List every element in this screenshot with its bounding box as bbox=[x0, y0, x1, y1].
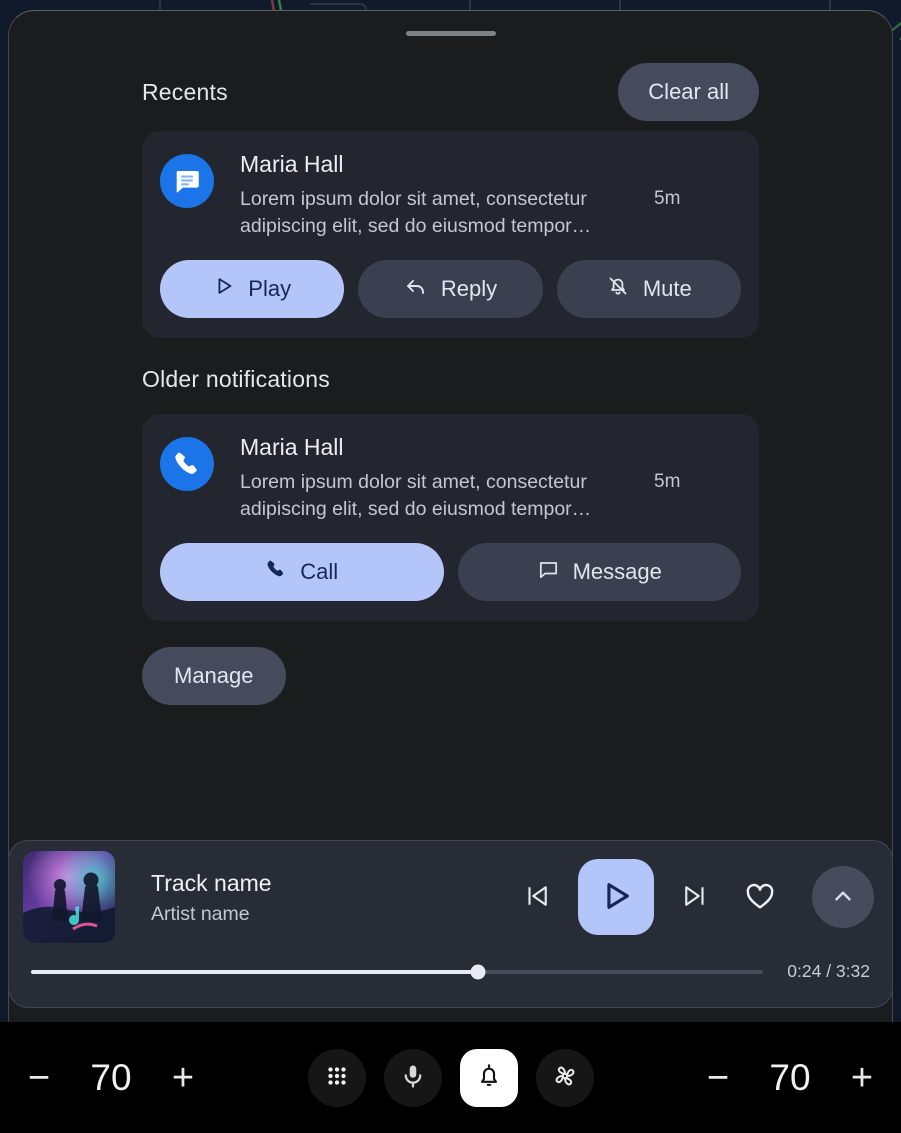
left-climate-control: − 70 + bbox=[22, 1057, 200, 1099]
play-action-label: Play bbox=[248, 276, 292, 301]
notification-text-block: Maria Hall Lorem ipsum dolor sit amet, c… bbox=[240, 149, 741, 240]
bell-icon bbox=[475, 1062, 503, 1093]
reply-action-button[interactable]: Reply bbox=[358, 260, 543, 318]
message-action-label: Message bbox=[572, 559, 662, 584]
phone-icon bbox=[265, 558, 287, 586]
play-action-button[interactable]: Play bbox=[160, 260, 345, 318]
message-icon bbox=[537, 558, 560, 587]
phone-icon bbox=[160, 437, 214, 491]
notification-text-block: Maria Hall Lorem ipsum dolor sit amet, c… bbox=[240, 432, 741, 523]
album-art bbox=[23, 851, 115, 943]
apps-grid-button[interactable] bbox=[307, 1048, 366, 1107]
play-icon bbox=[599, 879, 633, 916]
notification-timestamp: 5m bbox=[654, 471, 681, 492]
favorite-button[interactable] bbox=[744, 880, 776, 915]
right-climate-control: − 70 + bbox=[701, 1057, 879, 1099]
call-action-button[interactable]: Call bbox=[160, 543, 444, 601]
skip-next-icon bbox=[680, 881, 710, 914]
microphone-button[interactable] bbox=[383, 1048, 442, 1107]
notification-timestamp: 5m bbox=[654, 188, 681, 209]
notification-content: Maria Hall Lorem ipsum dolor sit amet, c… bbox=[160, 149, 741, 240]
fan-icon bbox=[551, 1062, 579, 1093]
clear-all-button[interactable]: Clear all bbox=[618, 63, 759, 121]
media-controls bbox=[522, 859, 878, 935]
right-temp-increase-button[interactable]: + bbox=[845, 1059, 879, 1097]
notification-content: Maria Hall Lorem ipsum dolor sit amet, c… bbox=[160, 432, 741, 523]
notification-actions: Play Reply Mute bbox=[160, 260, 741, 318]
media-metadata: Track name Artist name bbox=[151, 868, 522, 927]
skip-previous-icon bbox=[522, 881, 552, 914]
artist-name: Artist name bbox=[151, 902, 250, 925]
recents-header: Recents Clear all bbox=[142, 62, 759, 122]
play-icon bbox=[213, 275, 235, 303]
notification-card-phone[interactable]: Maria Hall Lorem ipsum dolor sit amet, c… bbox=[142, 414, 759, 621]
page-title: Recents bbox=[142, 78, 228, 105]
notification-title: Maria Hall bbox=[240, 151, 344, 177]
mute-action-label: Mute bbox=[642, 276, 692, 301]
progress-thumb[interactable] bbox=[470, 964, 486, 979]
media-player: Track name Artist name 0:24 / 3:32 bbox=[8, 840, 893, 1008]
notification-card-messages[interactable]: Maria Hall Lorem ipsum dolor sit amet, c… bbox=[142, 131, 759, 338]
left-temp-decrease-button[interactable]: − bbox=[22, 1059, 56, 1097]
progress-fill bbox=[31, 969, 478, 974]
progress-slider[interactable] bbox=[31, 964, 764, 979]
panel-drag-handle[interactable] bbox=[405, 31, 496, 36]
bell-off-icon bbox=[606, 274, 630, 304]
fan-button[interactable] bbox=[535, 1048, 594, 1107]
right-temp-decrease-button[interactable]: − bbox=[701, 1059, 735, 1097]
expand-player-button[interactable] bbox=[812, 866, 874, 928]
skip-previous-button[interactable] bbox=[522, 881, 552, 914]
notification-actions: Call Message bbox=[160, 543, 741, 601]
left-temp-increase-button[interactable]: + bbox=[166, 1059, 200, 1097]
notification-body: Lorem ipsum dolor sit amet, consectetur … bbox=[240, 471, 592, 520]
notification-title: Maria Hall bbox=[240, 434, 344, 460]
heart-icon bbox=[744, 880, 776, 915]
message-action-button[interactable]: Message bbox=[457, 543, 741, 601]
track-name: Track name bbox=[151, 869, 272, 896]
messages-icon bbox=[160, 154, 214, 208]
older-notifications-title: Older notifications bbox=[142, 366, 330, 392]
left-temp-value: 70 bbox=[90, 1056, 132, 1098]
skip-next-button[interactable] bbox=[680, 881, 710, 914]
reply-icon bbox=[404, 274, 428, 304]
play-pause-button[interactable] bbox=[578, 859, 654, 935]
microphone-icon bbox=[399, 1062, 427, 1093]
notification-body: Lorem ipsum dolor sit amet, consectetur … bbox=[240, 188, 592, 237]
mute-action-button[interactable]: Mute bbox=[556, 260, 741, 318]
apps-grid-icon bbox=[324, 1063, 350, 1092]
older-notifications-header: Older notifications bbox=[142, 366, 759, 393]
media-progress: 0:24 / 3:32 bbox=[9, 961, 892, 982]
chevron-up-icon bbox=[830, 883, 856, 912]
bottom-navigation-bar: − 70 + − 70 + bbox=[0, 1022, 901, 1133]
media-time-label: 0:24 / 3:32 bbox=[787, 961, 870, 981]
reply-action-label: Reply bbox=[440, 276, 498, 301]
manage-button[interactable]: Manage bbox=[142, 647, 286, 705]
notifications-button[interactable] bbox=[459, 1048, 518, 1107]
right-temp-value: 70 bbox=[769, 1056, 811, 1098]
center-quick-actions bbox=[307, 1048, 594, 1107]
call-action-label: Call bbox=[300, 559, 339, 584]
